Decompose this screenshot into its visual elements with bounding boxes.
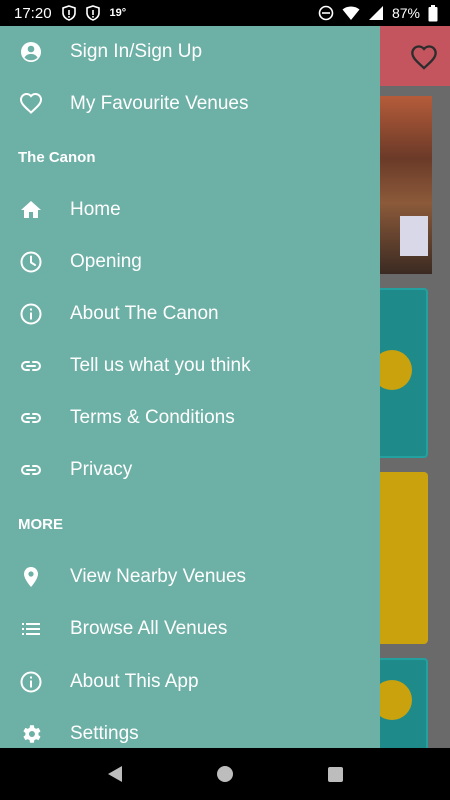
account-circle-icon	[18, 39, 44, 65]
menu-item-label: Opening	[70, 251, 142, 272]
shield-icon	[85, 5, 100, 21]
location-pin-icon	[18, 564, 44, 590]
menu-item-about-venue[interactable]: About The Canon	[0, 288, 380, 340]
clock-icon	[18, 249, 44, 275]
venue-card[interactable]	[372, 658, 428, 748]
menu-item-label: My Favourite Venues	[70, 93, 249, 114]
menu-item-label: About The Canon	[70, 303, 219, 324]
link-icon	[18, 457, 44, 483]
menu-item-nearby-venues[interactable]: View Nearby Venues	[0, 551, 380, 603]
menu-item-feedback[interactable]: Tell us what you think	[0, 340, 380, 392]
navigation-drawer: Sign In/Sign Up My Favourite Venues The …	[0, 26, 380, 748]
info-icon	[18, 669, 44, 695]
menu-item-label: Sign In/Sign Up	[70, 41, 203, 62]
link-icon	[18, 405, 44, 431]
venue-card[interactable]	[372, 288, 428, 458]
venue-card[interactable]	[376, 472, 428, 644]
section-header-more: MORE	[18, 516, 63, 533]
menu-item-terms[interactable]: Terms & Conditions	[0, 392, 380, 444]
gear-icon	[18, 721, 44, 747]
do-not-disturb-icon	[318, 5, 334, 21]
wifi-icon	[342, 6, 360, 20]
venue-photo	[376, 96, 432, 274]
home-icon	[18, 197, 44, 223]
list-icon	[18, 616, 44, 642]
menu-item-sign-in[interactable]: Sign In/Sign Up	[0, 26, 380, 78]
battery-icon	[428, 4, 438, 21]
back-icon[interactable]	[107, 766, 122, 782]
menu-item-favourite-venues[interactable]: My Favourite Venues	[0, 78, 380, 130]
info-icon	[18, 301, 44, 327]
system-navigation-bar	[0, 748, 450, 800]
heart-outline-icon[interactable]	[410, 44, 438, 70]
link-icon	[18, 353, 44, 379]
menu-item-label: Browse All Venues	[70, 618, 228, 639]
status-battery-percent: 87%	[391, 5, 420, 21]
recent-apps-icon[interactable]	[327, 766, 343, 782]
menu-item-label: Settings	[70, 723, 139, 744]
menu-item-browse-venues[interactable]: Browse All Venues	[0, 603, 380, 655]
menu-item-label: Privacy	[70, 459, 133, 480]
home-circle-icon[interactable]	[216, 766, 233, 782]
heart-outline-icon	[18, 91, 44, 117]
menu-item-home[interactable]: Home	[0, 184, 380, 236]
section-header-venue: The Canon	[18, 149, 96, 166]
menu-item-about-app[interactable]: About This App	[0, 656, 380, 708]
status-bar: 17:20 19° 87%	[0, 0, 450, 26]
menu-item-label: View Nearby Venues	[70, 566, 247, 587]
status-time: 17:20	[14, 4, 52, 22]
shield-icon	[61, 5, 76, 21]
menu-item-privacy[interactable]: Privacy	[0, 444, 380, 496]
menu-item-label: Terms & Conditions	[70, 407, 235, 428]
menu-item-label: Tell us what you think	[70, 355, 251, 376]
menu-item-opening[interactable]: Opening	[0, 236, 380, 288]
menu-item-label: Home	[70, 199, 121, 220]
menu-item-label: About This App	[70, 671, 199, 692]
status-temperature: 19°	[109, 7, 127, 19]
signal-icon	[368, 6, 383, 20]
menu-item-settings[interactable]: Settings	[0, 708, 380, 748]
